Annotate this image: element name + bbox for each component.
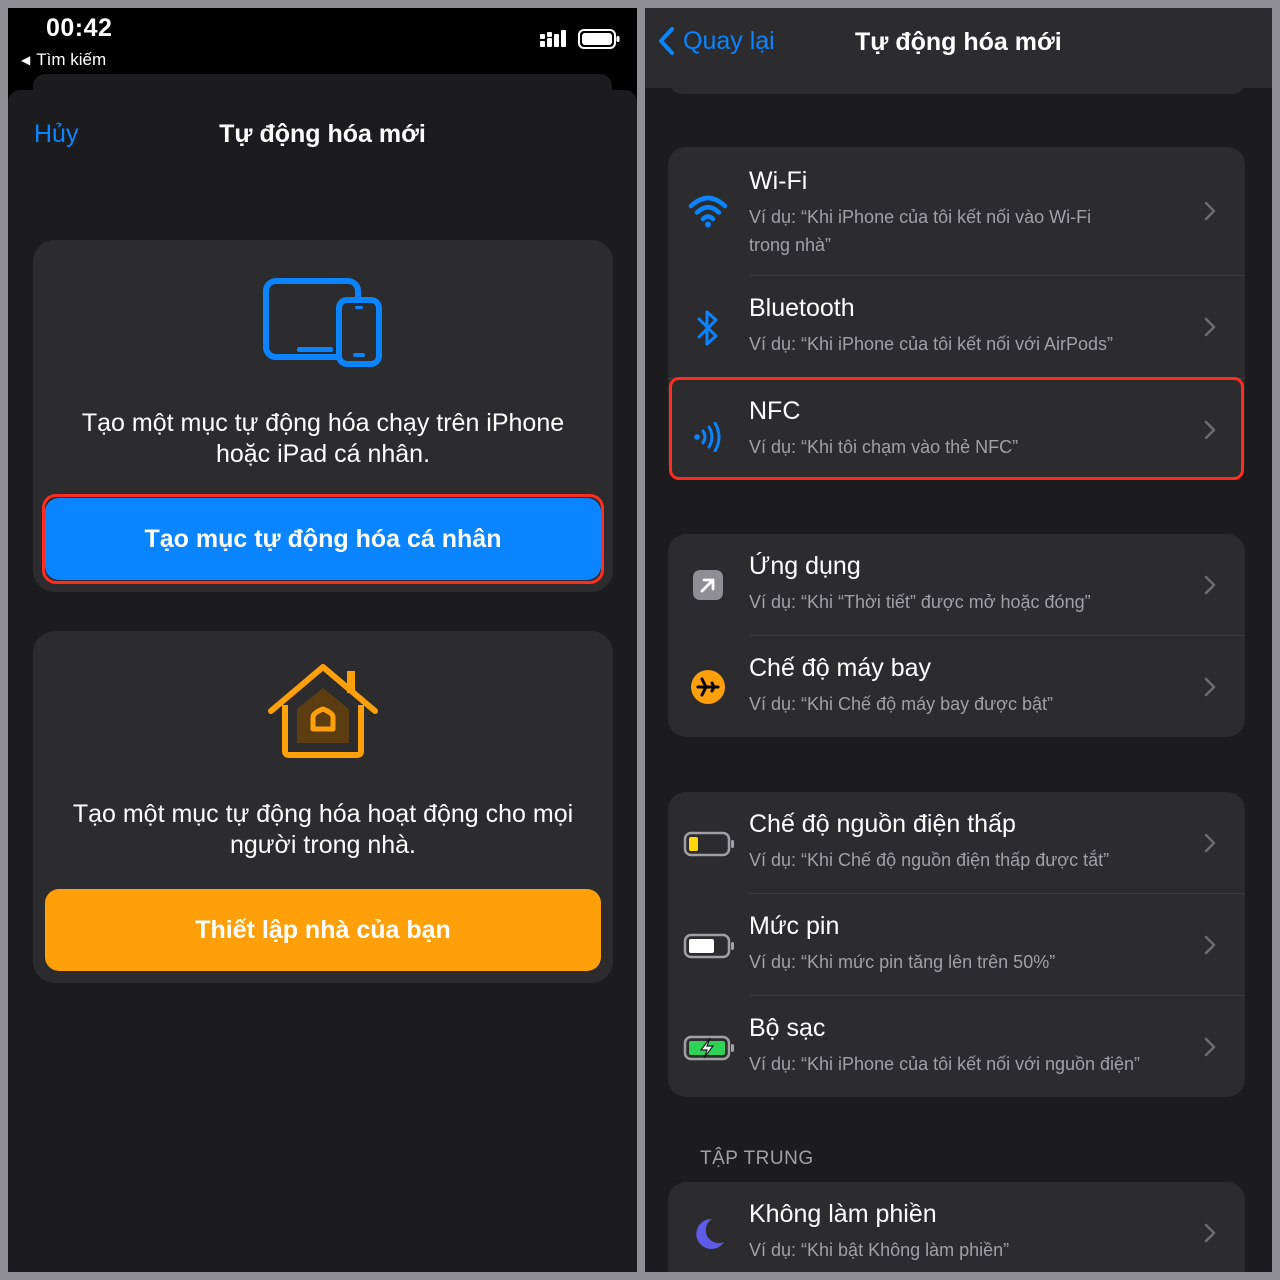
home-automation-description: Tạo một mục tự động hóa hoạt động cho mọ… <box>72 800 574 859</box>
moon-icon <box>686 1212 730 1256</box>
chevron-right-icon <box>1204 575 1216 595</box>
back-to-search-link[interactable]: ◀ Tìm kiếm <box>21 50 106 70</box>
row-title: Mức pin <box>749 912 840 940</box>
chevron-right-icon <box>1204 935 1216 955</box>
row-title: Bộ sạc <box>749 1014 826 1042</box>
row-subtitle: Ví dụ: “Khi mức pin tăng lên trên 50%” <box>749 952 1056 972</box>
back-button[interactable]: Quay lại <box>657 26 775 56</box>
cancel-button[interactable]: Hủy <box>34 120 78 149</box>
trigger-row-nfc[interactable]: NFC Ví dụ: “Khi tôi chạm vào thẻ NFC” <box>668 379 1245 480</box>
back-triangle-icon: ◀ <box>21 53 31 67</box>
chevron-right-icon <box>1204 317 1216 337</box>
list-top-edge <box>670 82 1245 94</box>
bluetooth-icon <box>686 306 730 350</box>
row-subtitle: Ví dụ: “Khi bật Không làm phiền” <box>749 1240 1010 1260</box>
trigger-row-battery-level[interactable]: Mức pin Ví dụ: “Khi mức pin tăng lên trê… <box>668 894 1245 995</box>
trigger-row-do-not-disturb[interactable]: Không làm phiền Ví dụ: “Khi bật Không là… <box>668 1182 1245 1272</box>
wifi-icon <box>686 189 730 233</box>
home-icon <box>268 664 378 758</box>
battery-status-icon <box>578 29 620 49</box>
trigger-row-bluetooth[interactable]: Bluetooth Ví dụ: “Khi iPhone của tôi kết… <box>668 276 1245 378</box>
connectivity-triggers-group: Wi-Fi Ví dụ: “Khi iPhone của tôi kết nối… <box>668 147 1245 480</box>
battery-icon <box>682 924 736 968</box>
chevron-right-icon <box>1204 1037 1216 1057</box>
row-subtitle: Ví dụ: “Khi iPhone của tôi kết nối với n… <box>749 1054 1141 1074</box>
row-subtitle: Ví dụ: “Khi “Thời tiết” được mở hoặc đón… <box>749 592 1091 612</box>
row-title: NFC <box>749 397 801 425</box>
row-subtitle: Ví dụ: “Khi tôi chạm vào thẻ NFC” <box>749 437 1019 457</box>
new-automation-sheet: Hủy Tự động hóa mới Tạo một mục tự động … <box>8 90 637 1272</box>
create-personal-automation-button[interactable]: Tạo mục tự động hóa cá nhân <box>45 498 601 580</box>
navigation-bar: Quay lại Tự động hóa mới <box>645 8 1272 88</box>
right-screen: Quay lại Tự động hóa mới Wi-Fi Ví dụ: “K… <box>645 8 1272 1272</box>
trigger-row-app[interactable]: Ứng dụng Ví dụ: “Khi “Thời tiết” được mở… <box>668 534 1245 635</box>
chevron-right-icon <box>1204 201 1216 221</box>
trigger-row-low-power-mode[interactable]: Chế độ nguồn điện thấp Ví dụ: “Khi Chế đ… <box>668 792 1245 893</box>
battery-triggers-group: Chế độ nguồn điện thấp Ví dụ: “Khi Chế đ… <box>668 792 1245 1097</box>
status-time: 00:42 <box>46 14 113 42</box>
section-header-focus: TẬP TRUNG <box>700 1148 814 1169</box>
chevron-left-icon <box>659 27 674 55</box>
row-subtitle: Ví dụ: “Khi Chế độ máy bay được bật” <box>749 694 1053 714</box>
row-title: Wi-Fi <box>749 167 808 195</box>
row-title: Bluetooth <box>749 294 855 322</box>
row-title: Ứng dụng <box>749 552 861 580</box>
page-title: Tự động hóa mới <box>219 120 426 148</box>
nfc-icon <box>686 415 730 459</box>
personal-automation-description: Tạo một mục tự động hóa chạy trên iPhone… <box>81 409 565 468</box>
charging-battery-icon <box>682 1026 736 1070</box>
left-screen: 00:42 ◀ Tìm kiếm Hủy Tự động hóa mới Tạo… <box>8 8 637 1272</box>
devices-icon <box>263 278 382 367</box>
chevron-right-icon <box>1204 420 1216 440</box>
row-title: Chế độ nguồn điện thấp <box>749 810 1016 838</box>
row-subtitle: Ví dụ: “Khi Chế độ nguồn điện thấp được … <box>749 850 1110 870</box>
row-subtitle: Ví dụ: “Khi iPhone của tôi kết nối với A… <box>749 334 1113 354</box>
personal-automation-card: Tạo một mục tự động hóa chạy trên iPhone… <box>33 240 613 592</box>
trigger-row-airplane-mode[interactable]: Chế độ máy bay Ví dụ: “Khi Chế độ máy ba… <box>668 636 1245 737</box>
home-automation-card: Tạo một mục tự động hóa hoạt động cho mọ… <box>33 631 613 983</box>
cellular-signal-icon <box>540 30 566 47</box>
app-arrow-icon <box>686 563 730 607</box>
back-app-label: Tìm kiếm <box>36 50 107 69</box>
chevron-right-icon <box>1204 677 1216 697</box>
page-title: Tự động hóa mới <box>855 28 1062 56</box>
trigger-row-charger[interactable]: Bộ sạc Ví dụ: “Khi iPhone của tôi kết nố… <box>668 996 1245 1097</box>
row-title: Chế độ máy bay <box>749 654 932 682</box>
row-title: Không làm phiền <box>749 1200 937 1228</box>
focus-triggers-group: Không làm phiền Ví dụ: “Khi bật Không là… <box>668 1182 1245 1272</box>
setup-home-button[interactable]: Thiết lập nhà của bạn <box>45 889 601 971</box>
chevron-right-icon <box>1204 1223 1216 1243</box>
trigger-row-wifi[interactable]: Wi-Fi Ví dụ: “Khi iPhone của tôi kết nối… <box>668 147 1245 275</box>
chevron-right-icon <box>1204 833 1216 853</box>
low-battery-icon <box>682 822 736 866</box>
back-label: Quay lại <box>683 26 775 55</box>
row-subtitle: Ví dụ: “Khi iPhone của tôi kết nối vào W… <box>749 207 1092 255</box>
airplane-icon <box>686 665 730 709</box>
app-triggers-group: Ứng dụng Ví dụ: “Khi “Thời tiết” được mở… <box>668 534 1245 737</box>
